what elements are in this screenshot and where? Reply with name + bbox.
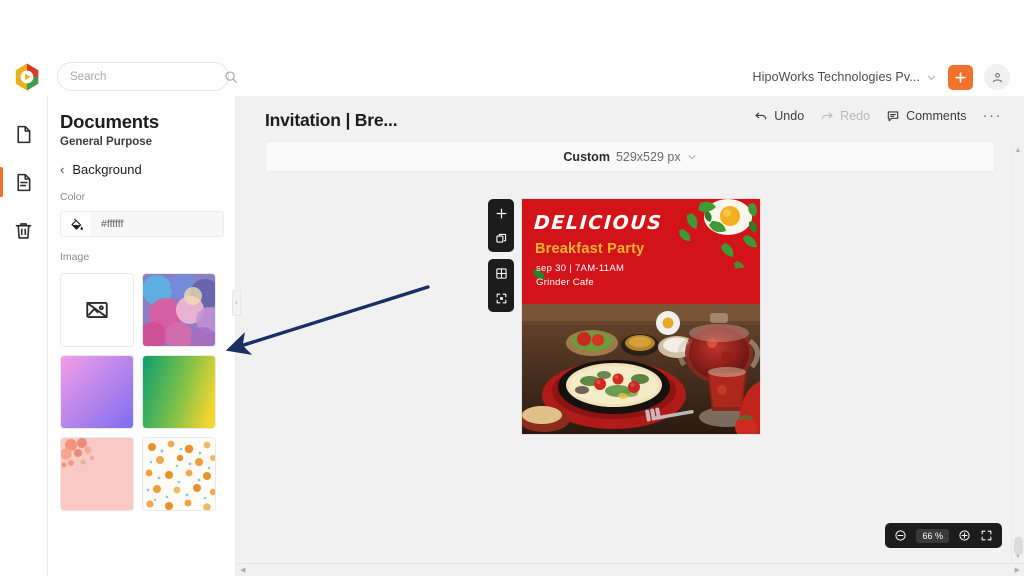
image-section-label: Image [60,251,90,263]
poster-date-time: sep 30 | 7AM-11AM [536,263,625,274]
document-title[interactable]: Invitation | Bre... [265,110,398,131]
thumbnail-no-image[interactable] [60,273,134,347]
undo-icon [755,112,767,119]
pink-floral-preview [61,438,133,510]
zoom-controls: 66 % [885,523,1002,548]
copy-icon [495,233,506,243]
scroll-left-arrow[interactable]: ◀ [240,566,245,574]
trash-icon [15,222,32,239]
design-canvas[interactable]: DELICIOUS Breakfast Party sep 30 | 7AM-1… [522,199,760,434]
redo-label: Redo [840,108,871,123]
app-logo-icon [15,63,39,91]
page-tools-strip [488,199,514,252]
search-input[interactable] [70,70,224,83]
color-section-label: Color [60,191,86,203]
rail-item-trash[interactable] [0,206,48,254]
zoom-level[interactable]: 66 % [916,528,949,543]
poster-subheadline: Breakfast Party [535,241,645,257]
bokeh-pastel-preview [143,274,215,346]
green-yellow-gradient-preview [143,356,215,428]
crop-icon [496,293,506,303]
grid-icon [495,267,507,279]
thumbnail-pink-purple-gradient[interactable] [60,355,134,429]
back-label: Background [72,162,142,177]
view-tools-strip [488,259,514,312]
comments-label: Comments [906,108,967,123]
chevron-left-icon: ‹ [235,298,238,307]
editor-header: Invitation | Bre... Undo Redo Comments ·… [236,96,1024,144]
scroll-right-arrow[interactable]: ▶ [1015,566,1020,574]
panel-collapse-handle[interactable]: ‹ [232,290,241,316]
comments-button[interactable]: Comments [886,108,967,123]
thumbnail-orange-pattern[interactable] [142,437,216,511]
poster-header: DELICIOUS Breakfast Party sep 30 | 7AM-1… [522,199,760,304]
color-picker-row[interactable]: #ffffff [60,211,224,237]
canvas-size-bar[interactable]: Custom 529x529 px [265,141,995,172]
background-panel: Documents General Purpose ‹ Background C… [48,96,236,576]
editor-actions: Undo Redo Comments ··· [754,108,1002,123]
add-button[interactable] [948,64,973,90]
app-root: HipoWorks Technologies Pv... [0,0,1024,576]
add-page-button[interactable] [492,204,510,222]
page-title: Documents [60,111,159,132]
image-off-icon [86,302,108,318]
duplicate-page-button[interactable] [492,229,510,247]
user-icon [992,72,1002,82]
breakfast-photo [522,295,760,434]
undo-button[interactable]: Undo [754,109,804,123]
chevron-down-icon[interactable] [926,72,937,83]
redo-icon [821,112,833,119]
paint-bucket-button[interactable] [61,212,91,236]
search-icon [225,70,237,83]
plus-icon [496,208,506,218]
account-button[interactable] [984,64,1010,90]
icon-rail [0,96,48,576]
canvas-tools [488,199,514,312]
vertical-scrollbar-thumb[interactable] [1014,537,1023,555]
orange-pattern-preview [143,438,215,510]
page-subtitle: General Purpose [60,136,153,148]
size-preset-label: Custom [563,149,610,164]
grid-view-button[interactable] [492,264,510,282]
scroll-up-arrow[interactable]: ▲ [1015,147,1022,154]
redo-button[interactable]: Redo [820,109,870,123]
more-options-button[interactable]: ··· [983,108,1003,123]
vertical-scrollbar[interactable]: ▲ ▼ [1011,144,1024,563]
size-dimensions: 529x529 px [615,149,681,164]
color-value[interactable]: #ffffff [91,212,223,236]
poster-photo [522,295,760,434]
poster-venue: Grinder Cafe [536,277,594,288]
chevron-left-icon: ‹ [60,162,65,177]
undo-label: Undo [774,108,805,123]
chevron-down-icon[interactable] [687,152,697,162]
poster-headline: DELICIOUS [533,212,664,234]
thumbnail-bokeh-pastel[interactable] [142,273,216,347]
pink-purple-gradient-preview [61,356,133,428]
file-icon [17,125,31,143]
account-area: HipoWorks Technologies Pv... [753,62,1010,92]
crop-selection-button[interactable] [492,289,510,307]
thumbnail-pink-floral[interactable] [60,437,134,511]
paint-bucket-icon [70,218,83,230]
background-thumbnail-grid [60,273,228,511]
top-bar: HipoWorks Technologies Pv... [0,0,1024,96]
comment-icon [887,110,899,121]
app-logo[interactable] [12,62,42,92]
back-to-background[interactable]: ‹ Background [60,162,235,177]
zoom-in-icon[interactable] [958,529,971,542]
rail-item-documents-text[interactable] [0,158,48,206]
fullscreen-icon[interactable] [980,529,993,542]
rail-item-documents-blank[interactable] [0,110,48,158]
plus-icon [955,71,966,83]
horizontal-scrollbar[interactable]: ◀ ▶ [236,563,1024,576]
file-text-icon [17,173,31,191]
organization-name[interactable]: HipoWorks Technologies Pv... [753,70,920,84]
search-box[interactable] [57,62,237,91]
thumbnail-green-yellow-gradient[interactable] [142,355,216,429]
zoom-out-icon[interactable] [894,529,907,542]
